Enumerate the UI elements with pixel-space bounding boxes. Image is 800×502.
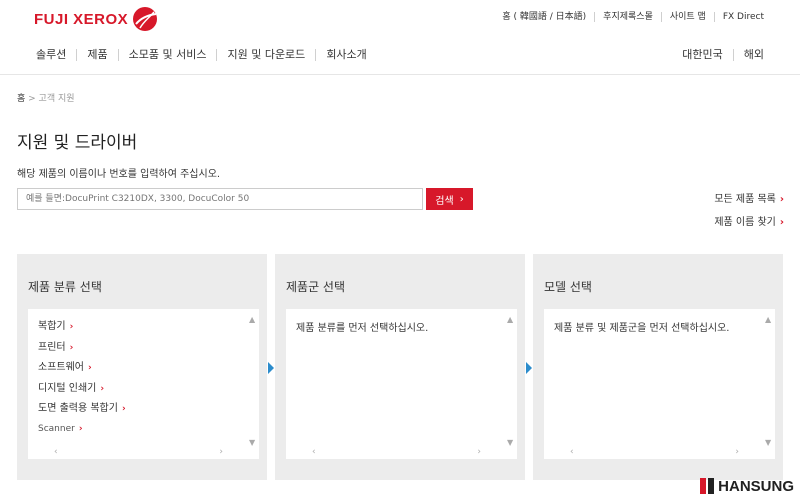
nav-overseas[interactable]: 해외 (732, 49, 764, 61)
chevron-right-icon: › (69, 322, 74, 332)
global-nav: 솔루션 제품 소모품 및 서비스 지원 및 다운로드 회사소개 (26, 49, 377, 61)
hansung-logo-icon (700, 478, 715, 494)
nav-company[interactable]: 회사소개 (315, 49, 376, 61)
step-arrow-icon (526, 362, 532, 374)
breadcrumb: 홈 > 고객 지원 (17, 91, 75, 104)
category-item-mfp[interactable]: 복합기 › (28, 317, 259, 338)
search-button[interactable]: 검색 › (426, 188, 473, 210)
utility-nav: 홈 ( 韓國語 / 日本語) 후지제록스몰 사이트 맵 FX Direct (494, 12, 764, 22)
find-product-name-link[interactable]: 제품 이름 찾기 › (714, 213, 784, 228)
fuji-xerox-logo[interactable]: FUJI XEROX (34, 6, 158, 32)
breadcrumb-current: 고객 지원 (38, 94, 75, 104)
scroll-left-icon[interactable]: ‹ (312, 447, 316, 457)
model-message: 제품 분류 및 제품군을 먼저 선택하십시오. (554, 323, 730, 334)
horizontal-scrollbar[interactable]: ‹ › (286, 447, 517, 459)
util-home-lang[interactable]: 홈 ( 韓國語 / 日本語) (494, 12, 594, 22)
scroll-up-icon[interactable]: ▲ (249, 315, 255, 324)
vertical-scrollbar[interactable]: ▲ ▼ (247, 309, 259, 447)
category-item-digital-press[interactable]: 디지털 인쇄기 › (28, 379, 259, 400)
scroll-right-icon[interactable]: › (219, 447, 223, 457)
chevron-right-icon: › (78, 423, 83, 434)
site-header: FUJI XEROX 홈 ( 韓國語 / 日本語) 후지제록스몰 사이트 맵 F… (0, 0, 800, 75)
search-button-label: 검색 (435, 195, 454, 207)
category-panel-title: 제품 분류 선택 (28, 280, 102, 294)
watermark-text: HANSUNG (718, 477, 794, 495)
hansung-watermark: HANSUNG (698, 476, 794, 496)
util-fx-direct[interactable]: FX Direct (713, 12, 764, 22)
chevron-right-icon: › (779, 194, 784, 205)
scroll-left-icon[interactable]: ‹ (54, 447, 58, 457)
chevron-right-icon: › (100, 383, 105, 394)
scroll-right-icon[interactable]: › (735, 447, 739, 457)
search-description: 해당 제품의 이름이나 번호를 입력하여 주십시오. (17, 169, 221, 180)
group-message: 제품 분류를 먼저 선택하십시오. (296, 323, 429, 334)
group-panel: 제품군 선택 제품 분류를 먼저 선택하십시오. ▲ ▼ ‹ › (275, 254, 525, 480)
util-sitemap[interactable]: 사이트 맵 (660, 12, 714, 22)
scroll-down-icon[interactable]: ▼ (765, 438, 771, 447)
page-title: 지원 및 드라이버 (17, 133, 138, 153)
nav-supplies-services[interactable]: 소모품 및 서비스 (117, 49, 217, 61)
step-arrow-icon (268, 362, 274, 374)
model-list: 제품 분류 및 제품군을 먼저 선택하십시오. ▲ ▼ ‹ › (544, 309, 775, 459)
vertical-scrollbar[interactable]: ▲ ▼ (505, 309, 517, 447)
scroll-right-icon[interactable]: › (477, 447, 481, 457)
group-panel-title: 제품군 선택 (286, 280, 346, 294)
brand-name: FUJI XEROX (34, 10, 129, 28)
util-fx-mall[interactable]: 후지제록스몰 (594, 12, 661, 22)
nav-solutions[interactable]: 솔루션 (26, 49, 76, 61)
breadcrumb-separator: > (25, 94, 39, 104)
chevron-right-icon: › (69, 342, 74, 353)
scroll-down-icon[interactable]: ▼ (507, 438, 513, 447)
search-input[interactable] (17, 188, 423, 210)
category-item-scanner[interactable]: Scanner › (28, 420, 259, 440)
brand-mark-icon (133, 7, 158, 31)
chevron-right-icon: › (121, 404, 126, 414)
scroll-down-icon[interactable]: ▼ (249, 438, 255, 447)
category-item-printer[interactable]: 프린터 › (28, 338, 259, 359)
category-item-wide-format[interactable]: 도면 출력용 복합기 › (28, 399, 259, 420)
group-list: 제품 분류를 먼저 선택하십시오. ▲ ▼ ‹ › (286, 309, 517, 459)
model-panel: 모델 선택 제품 분류 및 제품군을 먼저 선택하십시오. ▲ ▼ ‹ › (533, 254, 783, 480)
scroll-up-icon[interactable]: ▲ (765, 315, 771, 324)
horizontal-scrollbar[interactable]: ‹ › (544, 447, 775, 459)
category-list: 복합기 › 프린터 › 소프트웨어 › 디지털 인쇄기 › 도면 출력용 복합기 › Sc… (28, 309, 259, 459)
model-panel-title: 모델 선택 (544, 280, 592, 294)
chevron-right-icon: › (779, 217, 784, 228)
scroll-left-icon[interactable]: ‹ (570, 447, 574, 457)
nav-support-downloads[interactable]: 지원 및 다운로드 (216, 49, 315, 61)
chevron-right-icon: › (459, 193, 464, 205)
all-products-link[interactable]: 모든 제품 목록 › (714, 190, 784, 205)
category-panel: 제품 분류 선택 복합기 › 프린터 › 소프트웨어 › 디지털 인쇄기 › 도면 출력… (17, 254, 267, 480)
vertical-scrollbar[interactable]: ▲ ▼ (763, 309, 775, 447)
nav-products[interactable]: 제품 (76, 49, 117, 61)
region-nav: 대한민국 해외 (672, 49, 764, 61)
category-item-software[interactable]: 소프트웨어 › (28, 358, 259, 379)
side-links: 모든 제품 목록 › 제품 이름 찾기 › (714, 190, 784, 236)
scroll-up-icon[interactable]: ▲ (507, 315, 513, 324)
nav-korea[interactable]: 대한민국 (672, 49, 732, 61)
chevron-right-icon: › (88, 363, 92, 373)
horizontal-scrollbar[interactable]: ‹ › (28, 447, 259, 459)
